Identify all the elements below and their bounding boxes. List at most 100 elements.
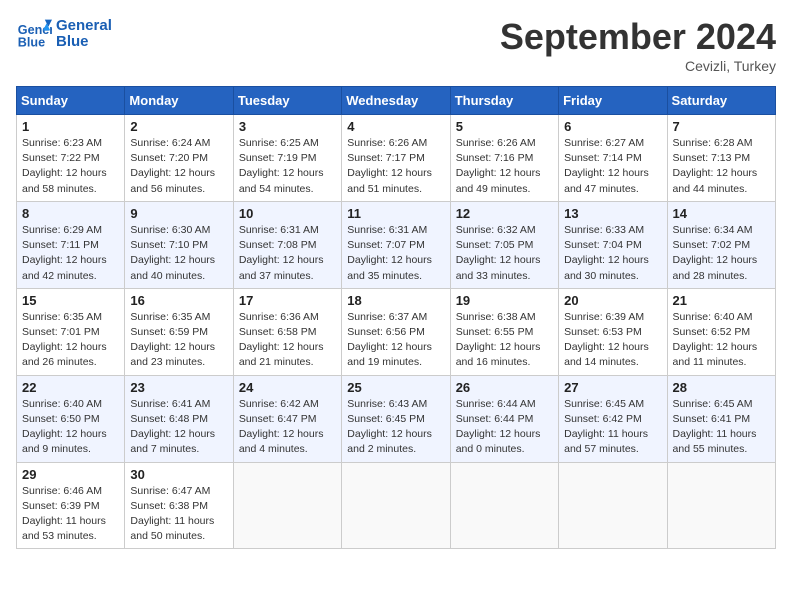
logo-line2: Blue (56, 34, 112, 51)
location: Cevizli, Turkey (500, 58, 776, 74)
weekday-header-monday: Monday (125, 87, 233, 115)
calendar-cell (342, 462, 450, 549)
month-title: September 2024 (500, 16, 776, 58)
day-number: 9 (130, 206, 227, 221)
day-info: Sunrise: 6:40 AMSunset: 6:50 PMDaylight:… (22, 397, 119, 458)
day-info: Sunrise: 6:23 AMSunset: 7:22 PMDaylight:… (22, 136, 119, 197)
day-info: Sunrise: 6:33 AMSunset: 7:04 PMDaylight:… (564, 223, 661, 284)
calendar-cell: 22 Sunrise: 6:40 AMSunset: 6:50 PMDayligh… (17, 375, 125, 462)
day-info: Sunrise: 6:44 AMSunset: 6:44 PMDaylight:… (456, 397, 553, 458)
calendar-cell: 15Sunrise: 6:35 AMSunset: 7:01 PMDayligh… (17, 288, 125, 375)
day-info: Sunrise: 6:40 AMSunset: 6:52 PMDaylight:… (673, 310, 770, 371)
day-number: 19 (456, 293, 553, 308)
calendar-cell: 30Sunrise: 6:47 AMSunset: 6:38 PMDayligh… (125, 462, 233, 549)
day-info: Sunrise: 6:24 AMSunset: 7:20 PMDaylight:… (130, 136, 227, 197)
day-number: 29 (22, 467, 119, 482)
calendar-cell: 27Sunrise: 6:45 AMSunset: 6:42 PMDayligh… (559, 375, 667, 462)
calendar-cell: 2Sunrise: 6:24 AMSunset: 7:20 PMDaylight… (125, 115, 233, 202)
day-number: 6 (564, 119, 661, 134)
calendar-cell: 26 Sunrise: 6:44 AMSunset: 6:44 PMDayligh… (450, 375, 558, 462)
day-info: Sunrise: 6:38 AMSunset: 6:55 PMDaylight:… (456, 310, 553, 371)
day-number: 23 (130, 380, 227, 395)
calendar-cell: 12Sunrise: 6:32 AMSunset: 7:05 PMDayligh… (450, 201, 558, 288)
calendar-cell: 7 Sunrise: 6:28 AMSunset: 7:13 PMDaylight… (667, 115, 775, 202)
calendar-cell: 21 Sunrise: 6:40 AMSunset: 6:52 PMDayligh… (667, 288, 775, 375)
calendar-cell: 23 Sunrise: 6:41 AMSunset: 6:48 PMDayligh… (125, 375, 233, 462)
day-number: 16 (130, 293, 227, 308)
weekday-header-tuesday: Tuesday (233, 87, 341, 115)
day-info: Sunrise: 6:28 AMSunset: 7:13 PMDaylight:… (673, 136, 770, 197)
logo-line1: General (56, 18, 112, 35)
logo-icon: General Blue (16, 16, 52, 52)
calendar-cell: 18Sunrise: 6:37 AMSunset: 6:56 PMDayligh… (342, 288, 450, 375)
day-info: Sunrise: 6:27 AMSunset: 7:14 PMDaylight:… (564, 136, 661, 197)
calendar-cell: 19 Sunrise: 6:38 AMSunset: 6:55 PMDayligh… (450, 288, 558, 375)
day-number: 17 (239, 293, 336, 308)
day-number: 10 (239, 206, 336, 221)
day-info: Sunrise: 6:42 AMSunset: 6:47 PMDaylight:… (239, 397, 336, 458)
day-info: Sunrise: 6:39 AMSunset: 6:53 PMDaylight:… (564, 310, 661, 371)
weekday-header-row: SundayMondayTuesdayWednesdayThursdayFrid… (17, 87, 776, 115)
calendar-cell (559, 462, 667, 549)
calendar-cell: 14Sunrise: 6:34 AMSunset: 7:02 PMDayligh… (667, 201, 775, 288)
day-number: 24 (239, 380, 336, 395)
calendar-week-row: 22 Sunrise: 6:40 AMSunset: 6:50 PMDayligh… (17, 375, 776, 462)
day-number: 1 (22, 119, 119, 134)
calendar-week-row: 1 Sunrise: 6:23 AMSunset: 7:22 PMDaylight… (17, 115, 776, 202)
day-number: 12 (456, 206, 553, 221)
calendar-cell: 17 Sunrise: 6:36 AMSunset: 6:58 PMDayligh… (233, 288, 341, 375)
calendar-cell (667, 462, 775, 549)
day-info: Sunrise: 6:45 AMSunset: 6:41 PMDaylight:… (673, 397, 770, 458)
calendar-week-row: 29Sunrise: 6:46 AMSunset: 6:39 PMDayligh… (17, 462, 776, 549)
day-number: 3 (239, 119, 336, 134)
calendar-cell (233, 462, 341, 549)
day-info: Sunrise: 6:35 AMSunset: 6:59 PMDaylight:… (130, 310, 227, 371)
day-info: Sunrise: 6:41 AMSunset: 6:48 PMDaylight:… (130, 397, 227, 458)
day-number: 25 (347, 380, 444, 395)
weekday-header-sunday: Sunday (17, 87, 125, 115)
calendar-cell: 4Sunrise: 6:26 AMSunset: 7:17 PMDaylight… (342, 115, 450, 202)
calendar-cell: 16 Sunrise: 6:35 AMSunset: 6:59 PMDayligh… (125, 288, 233, 375)
day-number: 22 (22, 380, 119, 395)
calendar-cell: 24 Sunrise: 6:42 AMSunset: 6:47 PMDayligh… (233, 375, 341, 462)
calendar-cell: 13 Sunrise: 6:33 AMSunset: 7:04 PMDayligh… (559, 201, 667, 288)
weekday-header-wednesday: Wednesday (342, 87, 450, 115)
day-number: 20 (564, 293, 661, 308)
day-number: 26 (456, 380, 553, 395)
calendar-cell: 11 Sunrise: 6:31 AMSunset: 7:07 PMDayligh… (342, 201, 450, 288)
calendar-week-row: 8Sunrise: 6:29 AMSunset: 7:11 PMDaylight… (17, 201, 776, 288)
day-info: Sunrise: 6:36 AMSunset: 6:58 PMDaylight:… (239, 310, 336, 371)
page-header: General Blue General Blue September 2024… (16, 16, 776, 74)
day-number: 13 (564, 206, 661, 221)
calendar-cell: 29Sunrise: 6:46 AMSunset: 6:39 PMDayligh… (17, 462, 125, 549)
day-number: 5 (456, 119, 553, 134)
calendar-week-row: 15Sunrise: 6:35 AMSunset: 7:01 PMDayligh… (17, 288, 776, 375)
calendar-cell: 20 Sunrise: 6:39 AMSunset: 6:53 PMDayligh… (559, 288, 667, 375)
calendar-table: SundayMondayTuesdayWednesdayThursdayFrid… (16, 86, 776, 549)
day-number: 14 (673, 206, 770, 221)
weekday-header-saturday: Saturday (667, 87, 775, 115)
calendar-cell: 25 Sunrise: 6:43 AMSunset: 6:45 PMDayligh… (342, 375, 450, 462)
day-info: Sunrise: 6:30 AMSunset: 7:10 PMDaylight:… (130, 223, 227, 284)
calendar-cell (450, 462, 558, 549)
weekday-header-friday: Friday (559, 87, 667, 115)
day-info: Sunrise: 6:45 AMSunset: 6:42 PMDaylight:… (564, 397, 661, 458)
day-number: 21 (673, 293, 770, 308)
day-number: 30 (130, 467, 227, 482)
day-number: 7 (673, 119, 770, 134)
day-info: Sunrise: 6:26 AMSunset: 7:16 PMDaylight:… (456, 136, 553, 197)
calendar-cell: 28Sunrise: 6:45 AMSunset: 6:41 PMDayligh… (667, 375, 775, 462)
day-number: 11 (347, 206, 444, 221)
day-info: Sunrise: 6:25 AMSunset: 7:19 PMDaylight:… (239, 136, 336, 197)
day-info: Sunrise: 6:37 AMSunset: 6:56 PMDaylight:… (347, 310, 444, 371)
day-info: Sunrise: 6:31 AMSunset: 7:07 PMDaylight:… (347, 223, 444, 284)
day-info: Sunrise: 6:29 AMSunset: 7:11 PMDaylight:… (22, 223, 119, 284)
day-info: Sunrise: 6:43 AMSunset: 6:45 PMDaylight:… (347, 397, 444, 458)
title-area: September 2024 Cevizli, Turkey (500, 16, 776, 74)
calendar-cell: 10Sunrise: 6:31 AMSunset: 7:08 PMDayligh… (233, 201, 341, 288)
calendar-cell: 5 Sunrise: 6:26 AMSunset: 7:16 PMDaylight… (450, 115, 558, 202)
calendar-cell: 3 Sunrise: 6:25 AMSunset: 7:19 PMDaylight… (233, 115, 341, 202)
logo: General Blue General Blue (16, 16, 112, 52)
day-info: Sunrise: 6:26 AMSunset: 7:17 PMDaylight:… (347, 136, 444, 197)
day-number: 15 (22, 293, 119, 308)
